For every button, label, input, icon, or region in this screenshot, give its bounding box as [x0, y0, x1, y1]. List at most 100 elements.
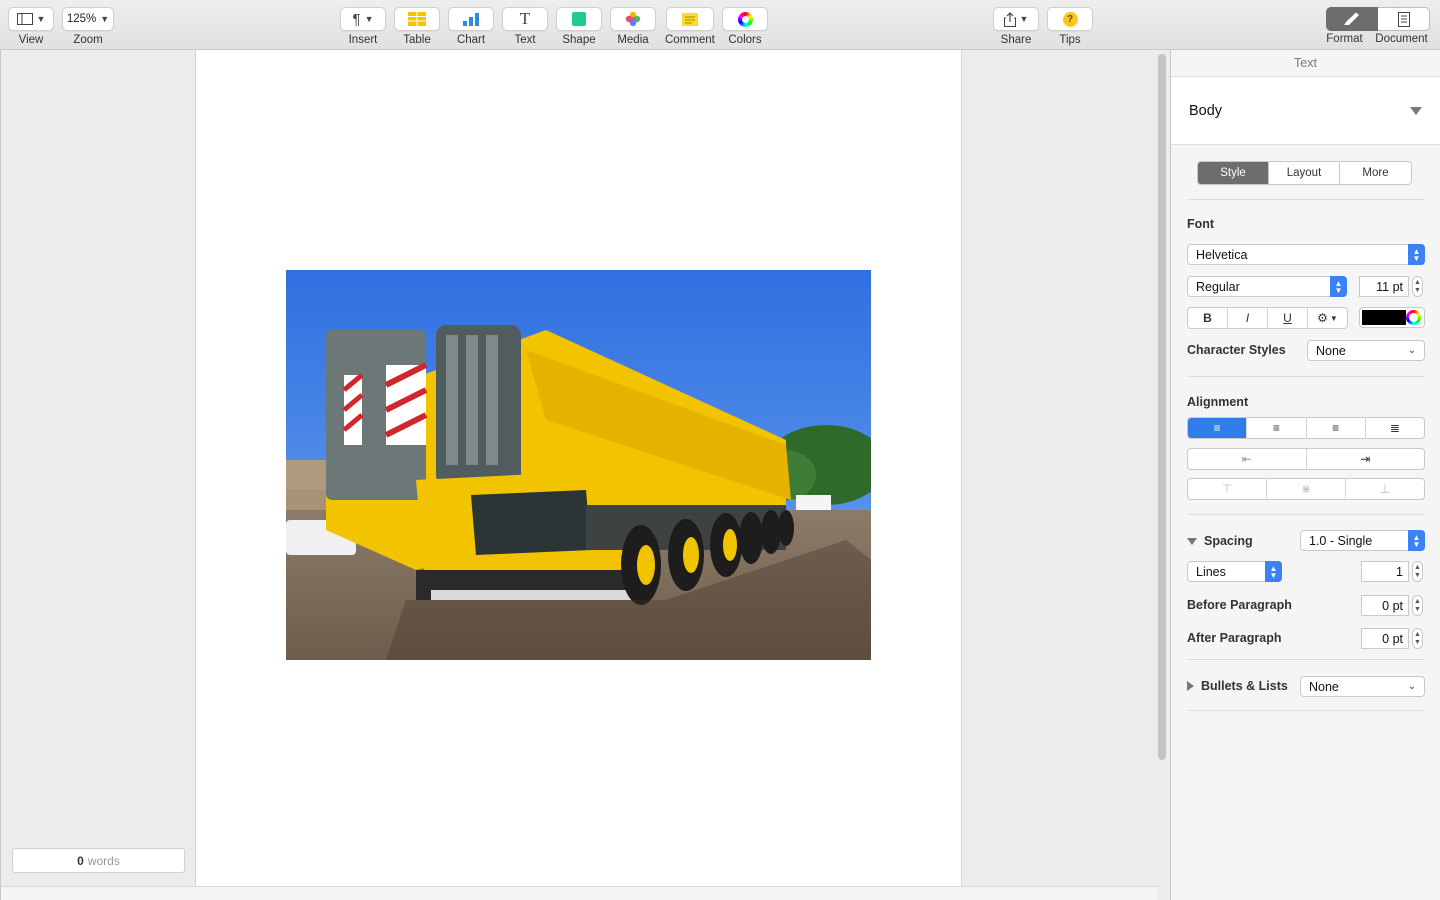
- font-size-field[interactable]: 11 pt: [1359, 276, 1409, 297]
- align-bottom-button[interactable]: ⊥: [1346, 479, 1424, 499]
- text-button[interactable]: T: [502, 7, 548, 31]
- bullets-disclosure[interactable]: Bullets & Lists: [1187, 679, 1288, 693]
- toolbar: ▼ View 125% ▼ Zoom ¶ ▼ Insert Table Char…: [0, 0, 1440, 50]
- justify-icon: ≣: [1389, 421, 1400, 435]
- text-options-button[interactable]: ⚙ ▼: [1308, 308, 1347, 328]
- divider: [1187, 514, 1424, 515]
- spacing-popup[interactable]: 1.0 - Single ▲ ▼: [1300, 530, 1425, 551]
- chart-control[interactable]: Chart: [448, 7, 494, 46]
- align-middle-icon: ⋇: [1300, 482, 1312, 496]
- spacing-disclosure[interactable]: Spacing: [1187, 534, 1253, 548]
- word-count[interactable]: 0 words: [12, 848, 185, 873]
- up-down-arrows-icon: ▲ ▼: [1330, 276, 1347, 297]
- underline-button[interactable]: U: [1268, 308, 1308, 328]
- view-button[interactable]: ▼: [8, 7, 54, 31]
- align-center-icon: ≡: [1272, 421, 1280, 435]
- colors-button[interactable]: [722, 7, 768, 31]
- divider: [1187, 710, 1424, 711]
- alignment-buttons: ≡ ≡ ≡ ≣: [1187, 417, 1425, 439]
- text-control[interactable]: T Text: [502, 7, 548, 46]
- tab-style[interactable]: Style: [1198, 162, 1269, 184]
- zoom-button[interactable]: 125% ▼: [62, 7, 114, 31]
- before-paragraph-field[interactable]: 0 pt: [1361, 595, 1409, 616]
- bold-button[interactable]: B: [1188, 308, 1228, 328]
- tab-layout[interactable]: Layout: [1269, 162, 1340, 184]
- insert-control[interactable]: ¶ ▼ Insert: [340, 7, 386, 46]
- typeface-value: Regular: [1196, 279, 1240, 294]
- text-color-well[interactable]: [1359, 307, 1425, 328]
- gear-icon: ⚙: [1317, 311, 1328, 325]
- document-button[interactable]: [1378, 7, 1430, 31]
- paragraph-style-picker[interactable]: Body: [1171, 77, 1440, 145]
- document-canvas[interactable]: 0 words: [0, 50, 1170, 900]
- font-size-stepper[interactable]: ▲ ▼: [1412, 276, 1423, 297]
- align-left-button[interactable]: ≡: [1188, 418, 1248, 438]
- before-paragraph-stepper[interactable]: ▲ ▼: [1412, 595, 1423, 616]
- zoom-label: Zoom: [73, 34, 103, 46]
- shape-button[interactable]: [556, 7, 602, 31]
- after-paragraph-stepper[interactable]: ▲ ▼: [1412, 628, 1423, 649]
- outdent-icon: ⇤: [1241, 452, 1252, 466]
- shape-control[interactable]: Shape: [556, 7, 602, 46]
- line-spacing-stepper[interactable]: ▲ ▼: [1412, 561, 1423, 582]
- share-control[interactable]: ▼ Share: [993, 7, 1039, 46]
- chart-button[interactable]: [448, 7, 494, 31]
- format-label: Format: [1326, 33, 1363, 45]
- chevron-down-icon: ▼: [1329, 313, 1338, 323]
- align-middle-button[interactable]: ⋇: [1267, 479, 1346, 499]
- insert-label: Insert: [348, 34, 378, 46]
- align-top-button[interactable]: ⊤: [1188, 479, 1267, 499]
- line-spacing-field[interactable]: 1: [1361, 561, 1409, 582]
- share-button[interactable]: ▼: [993, 7, 1039, 31]
- after-paragraph-field[interactable]: 0 pt: [1361, 628, 1409, 649]
- bullets-popup[interactable]: None ⌄: [1300, 676, 1425, 697]
- vertical-scrollbar[interactable]: [1158, 54, 1166, 760]
- tips-control[interactable]: ? Tips: [1047, 7, 1093, 46]
- justify-button[interactable]: ≣: [1366, 418, 1424, 438]
- text-style-buttons: B I U ⚙ ▼: [1187, 307, 1348, 329]
- format-button[interactable]: [1326, 7, 1378, 31]
- share-icon: [1003, 11, 1016, 27]
- crane-photo[interactable]: [286, 270, 871, 660]
- media-control[interactable]: Media: [610, 7, 656, 46]
- tips-button[interactable]: ?: [1047, 7, 1093, 31]
- colors-control[interactable]: Colors: [722, 7, 768, 46]
- chevron-down-icon: ⌄: [1407, 345, 1416, 356]
- insert-button[interactable]: ¶ ▼: [340, 7, 386, 31]
- view-control[interactable]: ▼ View: [8, 7, 54, 46]
- word-count-label: words: [87, 853, 120, 868]
- document-icon: [1397, 11, 1410, 27]
- tab-more[interactable]: More: [1340, 162, 1411, 184]
- table-button[interactable]: [394, 7, 440, 31]
- increase-indent-button[interactable]: ⇥: [1307, 449, 1425, 469]
- comment-button[interactable]: [665, 7, 714, 31]
- text-label: Text: [514, 34, 536, 46]
- align-right-icon: ≡: [1332, 421, 1340, 435]
- align-center-button[interactable]: ≡: [1247, 418, 1307, 438]
- font-family-popup[interactable]: Helvetica ▲ ▼: [1187, 244, 1425, 265]
- italic-button[interactable]: I: [1228, 308, 1268, 328]
- up-down-arrows-icon: ▲ ▼: [1408, 530, 1425, 551]
- view-label: View: [18, 34, 44, 46]
- comment-control[interactable]: Comment: [665, 7, 715, 46]
- after-paragraph-label: After Paragraph: [1187, 631, 1282, 645]
- character-styles-popup[interactable]: None ⌄: [1307, 340, 1425, 361]
- chevron-down-icon: ▼: [364, 14, 374, 24]
- horizontal-scroll-area[interactable]: [1, 886, 1157, 900]
- help-icon: ?: [1062, 11, 1078, 27]
- typeface-popup[interactable]: Regular ▲ ▼: [1187, 276, 1347, 297]
- chart-label: Chart: [456, 34, 486, 46]
- media-button[interactable]: [610, 7, 656, 31]
- before-paragraph-label: Before Paragraph: [1187, 598, 1292, 612]
- pilcrow-icon: ¶: [352, 10, 361, 28]
- alignment-label: Alignment: [1187, 395, 1249, 409]
- line-spacing-mode-popup[interactable]: Lines ▲ ▼: [1187, 561, 1282, 582]
- align-right-button[interactable]: ≡: [1307, 418, 1366, 438]
- crane-image: [286, 270, 871, 660]
- document-page[interactable]: [195, 50, 962, 886]
- zoom-control[interactable]: 125% ▼ Zoom: [62, 7, 114, 46]
- indent-buttons: ⇤ ⇥: [1187, 448, 1425, 470]
- decrease-indent-button[interactable]: ⇤: [1188, 449, 1307, 469]
- bullets-value: None: [1309, 679, 1339, 694]
- table-control[interactable]: Table: [394, 7, 440, 46]
